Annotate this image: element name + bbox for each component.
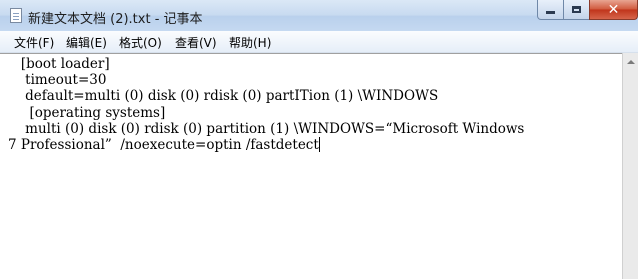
close-icon: ✕ [607,1,620,18]
close-button[interactable]: ✕ [589,0,638,20]
maximize-button[interactable] [563,0,590,20]
menu-view[interactable]: 查看(V) [175,34,217,51]
scroll-up-button[interactable] [623,53,638,70]
notepad-window: 新建文本文档 (2).txt - 记事本 ✕ 文件(F) 编辑(E) 格式(O)… [0,0,638,279]
menu-edit[interactable]: 编辑(E) [66,34,107,51]
caption-buttons: ✕ [537,0,638,20]
editor-line: [boot loader] [8,56,110,72]
text-editor[interactable]: [boot loader] timeout=30 default=multi (… [0,53,622,279]
menu-file[interactable]: 文件(F) [14,34,54,51]
window-title: 新建文本文档 (2).txt - 记事本 [28,12,203,27]
editor-line: [operating systems] [8,104,166,121]
menu-bar: 文件(F) 编辑(E) 格式(O) 查看(V) 帮助(H) [0,31,638,53]
scroll-up-arrow-icon [626,59,635,64]
menu-help[interactable]: 帮助(H) [229,34,271,51]
editor-content[interactable]: [boot loader] timeout=30 default=multi (… [8,56,524,153]
menu-format[interactable]: 格式(O) [119,34,162,51]
minimize-button[interactable] [537,0,564,20]
minimize-icon [546,11,555,14]
maximize-icon [572,6,581,13]
editor-line: multi (0) disk (0) rdisk (0) partition (… [8,120,525,137]
editor-line: timeout=30 [8,72,107,89]
editor-line: 7 Professional” /noexecute=optin /fastde… [8,137,319,154]
text-caret [318,137,320,153]
title-bar[interactable]: 新建文本文档 (2).txt - 记事本 ✕ [0,0,638,31]
notepad-app-icon[interactable] [10,8,22,23]
editor-line: default=multi (0) disk (0) rdisk (0) par… [8,88,439,105]
vertical-scrollbar[interactable] [622,53,638,279]
